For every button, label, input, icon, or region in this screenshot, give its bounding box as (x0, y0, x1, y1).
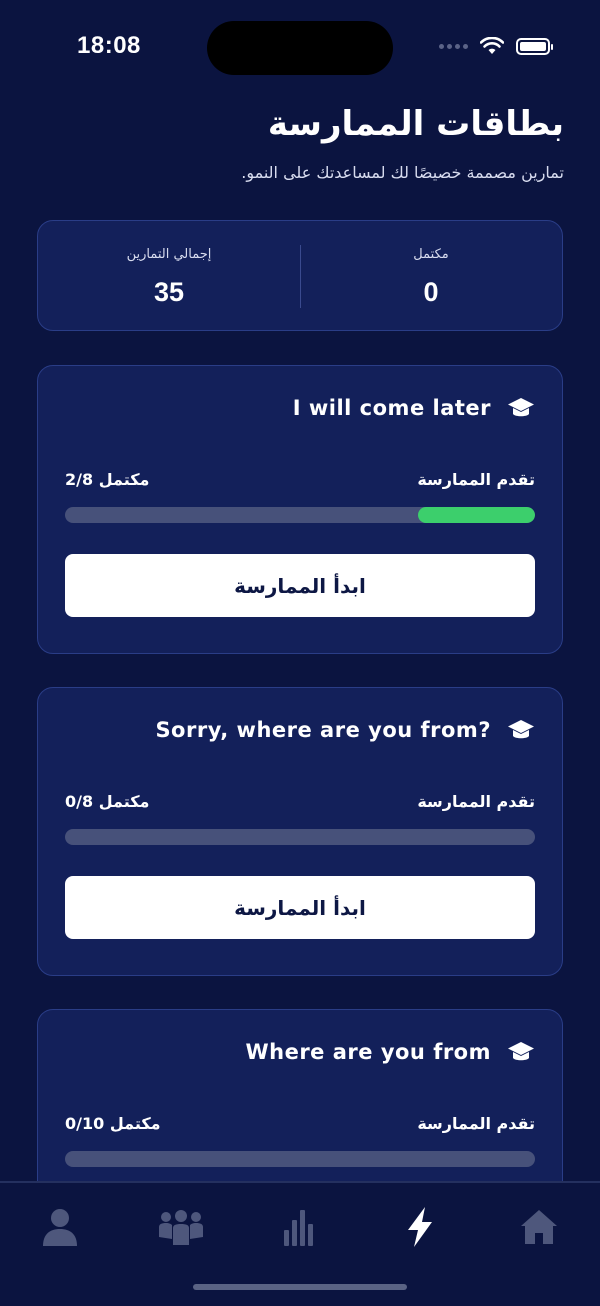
completed-stat-value: 0 (423, 277, 439, 307)
page-subtitle: تمارين مصممة خصيصًا لك لمساعدتك على النم… (241, 163, 564, 182)
bar-chart-icon (284, 1210, 313, 1246)
progress-label: تقدم الممارسة (417, 470, 535, 489)
wifi-icon (480, 37, 504, 54)
graduation-cap-icon (508, 720, 534, 739)
progress-bar (65, 1151, 535, 1167)
graduation-cap-icon (508, 1042, 534, 1061)
page-title: بطاقات الممارسة (267, 104, 564, 144)
group-icon (159, 1210, 203, 1245)
practice-card[interactable]: I will come later تقدم الممارسة 2/8 مكتم… (37, 365, 563, 654)
card-title: Where are you from (245, 1040, 491, 1064)
status-bar: 18:08 (0, 0, 600, 96)
tab-stats[interactable] (280, 1207, 320, 1247)
progress-fill (417, 507, 535, 523)
tab-profile[interactable] (40, 1207, 80, 1247)
total-stat: إجمالي التمارين 35 (38, 221, 300, 332)
card-title-row: Sorry, where are you from? (155, 718, 535, 742)
progress-bar (65, 829, 535, 845)
total-stat-label: إجمالي التمارين (126, 247, 212, 262)
tab-home[interactable] (519, 1207, 559, 1247)
start-practice-button[interactable]: ابدأ الممارسة (65, 554, 535, 617)
card-title: Sorry, where are you from? (155, 718, 491, 742)
progress-count: 0/10 مكتمل (65, 1114, 161, 1133)
tab-community[interactable] (157, 1207, 205, 1247)
status-icons (439, 37, 553, 55)
completed-stat: مكتمل 0 (300, 221, 562, 332)
progress-bar (65, 507, 535, 523)
dynamic-island (207, 21, 393, 75)
progress-count: 2/8 مكتمل (65, 470, 150, 489)
graduation-cap-icon (508, 398, 534, 417)
card-title-row: Where are you from (245, 1040, 535, 1064)
battery-icon (516, 37, 553, 55)
stats-card: مكتمل 0 إجمالي التمارين 35 (37, 220, 563, 331)
status-time: 18:08 (77, 32, 141, 59)
home-icon (521, 1210, 557, 1244)
home-indicator[interactable] (193, 1284, 407, 1290)
lightning-icon (408, 1207, 432, 1247)
progress-label: تقدم الممارسة (417, 792, 535, 811)
progress-label: تقدم الممارسة (417, 1114, 535, 1133)
start-practice-button[interactable]: ابدأ الممارسة (65, 876, 535, 939)
progress-count: 0/8 مكتمل (65, 792, 150, 811)
completed-stat-label: مكتمل (413, 247, 449, 262)
total-stat-value: 35 (153, 277, 185, 307)
user-icon (43, 1209, 77, 1246)
stats-divider (300, 245, 301, 308)
card-title-row: I will come later (293, 396, 535, 420)
practice-card[interactable]: Sorry, where are you from? تقدم الممارسة… (37, 687, 563, 976)
cellular-signal-icon (439, 43, 468, 49)
tab-practice[interactable] (400, 1207, 440, 1247)
card-title: I will come later (292, 396, 491, 420)
